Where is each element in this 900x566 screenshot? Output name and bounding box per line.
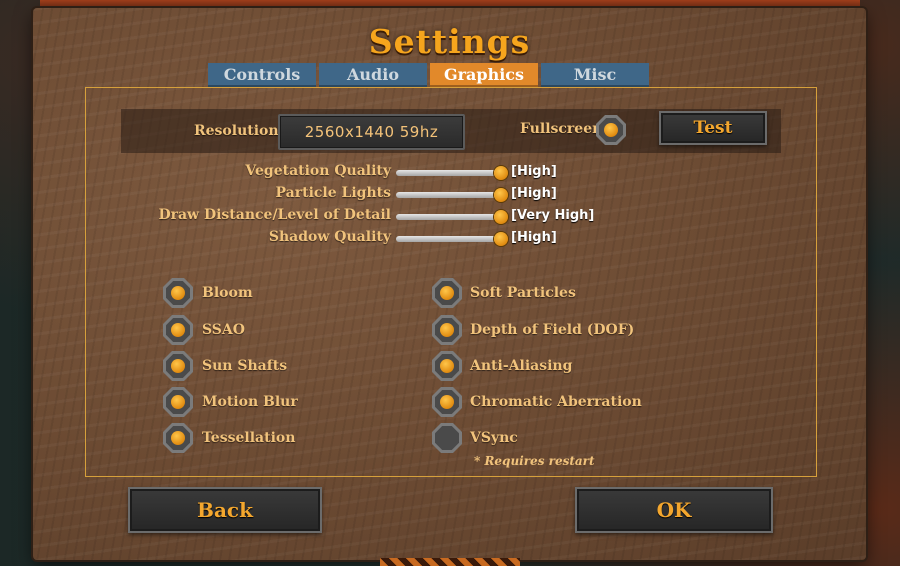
motion-blur-label: Motion Blur xyxy=(202,394,298,410)
dof-label: Depth of Field (DOF) xyxy=(470,322,635,338)
dof-checkbox[interactable] xyxy=(432,315,462,345)
resolution-dropdown[interactable]: 2560x1440 59hz xyxy=(278,114,465,150)
sun-shafts-checkbox[interactable] xyxy=(163,351,193,381)
bloom-checkbox[interactable] xyxy=(163,278,193,308)
checked-dot-icon xyxy=(440,395,454,409)
motion-blur-checkbox[interactable] xyxy=(163,387,193,417)
vsync-checkbox[interactable] xyxy=(432,423,462,453)
fullscreen-checkbox[interactable] xyxy=(596,115,626,145)
ssao-label: SSAO xyxy=(202,322,245,338)
bloom-label: Bloom xyxy=(202,285,253,301)
slider-value-shadow-quality: [High] xyxy=(511,230,557,245)
test-button[interactable]: Test xyxy=(659,111,767,145)
checked-dot-icon xyxy=(171,395,185,409)
slider-label-particle-lights: Particle Lights xyxy=(275,185,392,201)
tab-controls[interactable]: Controls xyxy=(208,63,316,87)
tab-misc[interactable]: Misc xyxy=(541,63,649,87)
checked-dot-icon xyxy=(440,323,454,337)
soft-particles-checkbox[interactable] xyxy=(432,278,462,308)
anti-aliasing-label: Anti-Aliasing xyxy=(470,358,573,374)
slider-label-vegetation: Vegetation Quality xyxy=(245,163,391,179)
vegetation-quality-slider[interactable] xyxy=(396,170,501,176)
slider-value-vegetation: [High] xyxy=(511,164,557,179)
particle-lights-slider[interactable] xyxy=(396,192,501,198)
back-button[interactable]: Back xyxy=(128,487,322,533)
ssao-checkbox[interactable] xyxy=(163,315,193,345)
ok-button[interactable]: OK xyxy=(575,487,773,533)
checked-dot-icon xyxy=(171,323,185,337)
anti-aliasing-checkbox[interactable] xyxy=(432,351,462,381)
resolution-label: Resolution xyxy=(194,123,279,139)
vegetation-quality-handle[interactable] xyxy=(494,166,508,180)
checked-dot-icon xyxy=(440,359,454,373)
tessellation-label: Tessellation xyxy=(202,430,296,446)
tab-graphics[interactable]: Graphics xyxy=(430,63,538,87)
draw-distance-slider[interactable] xyxy=(396,214,501,220)
slider-label-draw-distance: Draw Distance/Level of Detail xyxy=(158,207,391,223)
slider-value-particle-lights: [High] xyxy=(511,186,557,201)
slider-value-draw-distance: [Very High] xyxy=(511,208,595,223)
fullscreen-label: Fullscreen xyxy=(520,121,603,137)
particle-lights-handle[interactable] xyxy=(494,188,508,202)
slider-label-shadow-quality: Shadow Quality xyxy=(268,229,391,245)
checked-dot-icon xyxy=(440,286,454,300)
shadow-quality-slider[interactable] xyxy=(396,236,501,242)
checked-dot-icon xyxy=(171,286,185,300)
settings-panel: Settings Controls Audio Graphics Misc Re… xyxy=(33,8,866,560)
chromatic-aberration-checkbox[interactable] xyxy=(432,387,462,417)
draw-distance-handle[interactable] xyxy=(494,210,508,224)
checked-dot-icon xyxy=(171,359,185,373)
vsync-label: VSync xyxy=(470,430,518,446)
checked-dot-icon xyxy=(604,123,618,137)
shadow-quality-handle[interactable] xyxy=(494,232,508,246)
soft-particles-label: Soft Particles xyxy=(470,285,576,301)
tessellation-checkbox[interactable] xyxy=(163,423,193,453)
chromatic-aberration-label: Chromatic Aberration xyxy=(470,394,642,410)
bottom-ornament xyxy=(380,558,520,566)
checked-dot-icon xyxy=(171,431,185,445)
sun-shafts-label: Sun Shafts xyxy=(202,358,288,374)
tab-bar: Controls Audio Graphics Misc xyxy=(208,63,649,87)
page-title: Settings xyxy=(368,22,531,61)
graphics-settings-frame: Resolution 2560x1440 59hz Fullscreen Tes… xyxy=(85,87,817,477)
resolution-row: Resolution 2560x1440 59hz Fullscreen Tes… xyxy=(121,109,781,153)
restart-note: * Requires restart xyxy=(474,454,595,468)
tab-audio[interactable]: Audio xyxy=(319,63,427,87)
